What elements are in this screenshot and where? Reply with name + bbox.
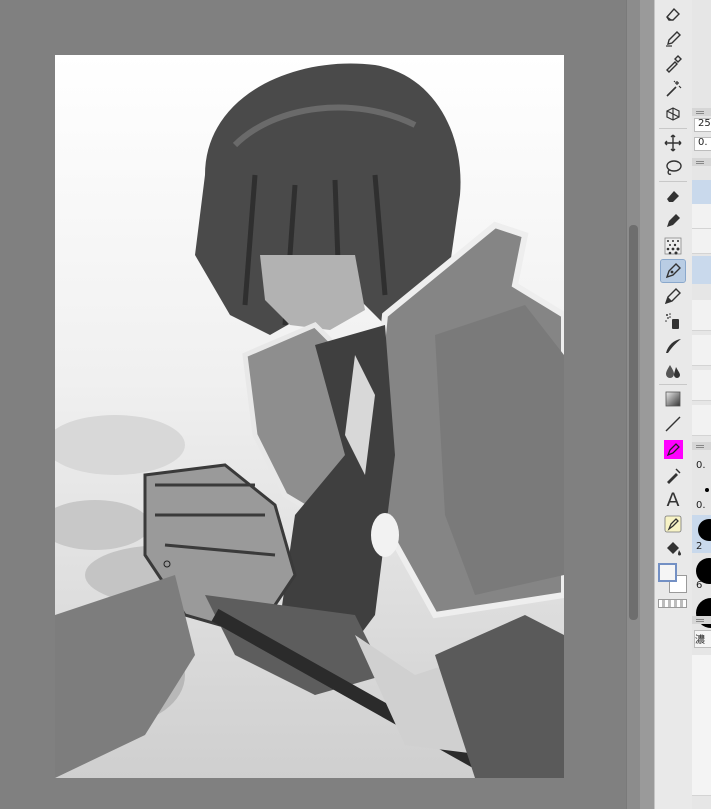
eraser-icon[interactable] [661,185,685,207]
sub-tool-item-selected[interactable] [692,180,711,204]
move-icon[interactable] [661,132,685,154]
brush-size-preset-tiny[interactable] [705,488,709,492]
canvas-area[interactable] [0,0,626,809]
eraser-icon[interactable] [661,3,685,25]
eyedropper-icon[interactable] [661,53,685,75]
panel-drag-handle[interactable] [692,108,711,116]
lasso-icon[interactable] [661,157,685,179]
tool-property-panel: 25 0. 0. 0. 2 6 濃 [692,0,711,809]
sub-tool-item[interactable] [692,300,711,331]
marker-icon[interactable] [661,285,685,307]
pen-active-icon[interactable] [660,259,686,283]
sub-tool-item[interactable] [692,204,711,229]
gradient-icon[interactable] [661,388,685,410]
layer-list[interactable] [692,655,711,796]
pen-check-icon[interactable] [661,28,685,50]
blend-drops-icon[interactable] [661,360,685,382]
density-label: 濃 [695,635,705,646]
pen-nib-icon[interactable] [661,210,685,232]
spray-icon[interactable] [661,310,685,332]
brush-size-value: 25 [698,118,711,129]
brush-size-label: 0. [696,460,706,471]
ruler-pen-icon[interactable] [661,465,685,487]
tool-palette: A [654,0,693,809]
correction-pen-icon[interactable] [661,513,685,535]
main-color-swatch[interactable] [658,563,677,582]
panel-drag-handle[interactable] [692,442,711,450]
panel-drag-handle[interactable] [692,616,711,624]
brush-size-label: 2 [696,541,703,552]
transparent-color-swatch[interactable] [658,599,687,608]
vertical-scrollbar-thumb[interactable] [629,225,638,620]
sub-tool-item[interactable] [692,335,711,366]
sub-tool-item[interactable] [692,229,711,254]
fill-bucket-icon[interactable] [661,538,685,560]
sub-tool-item-selected[interactable] [692,256,711,284]
panel-drag-handle[interactable] [692,158,711,166]
text-icon[interactable]: A [661,489,685,511]
tone-dots-icon[interactable] [661,235,685,257]
vertical-scrollbar[interactable] [626,0,641,809]
sub-tool-item[interactable] [692,370,711,401]
magenta-color-icon[interactable] [664,440,683,459]
line-icon[interactable] [661,413,685,435]
object-select-icon[interactable] [661,103,685,125]
brush-size-label: 6 [696,580,703,591]
brush-stroke-icon[interactable] [661,335,685,357]
magic-wand-icon[interactable] [661,78,685,100]
panel-gutter [640,0,654,809]
canvas-sheet[interactable] [55,55,564,778]
sub-tool-item[interactable] [692,405,711,436]
artwork-painting [55,55,564,778]
brush-size-label: 0. [696,500,706,511]
opacity-value: 0. [698,137,708,148]
